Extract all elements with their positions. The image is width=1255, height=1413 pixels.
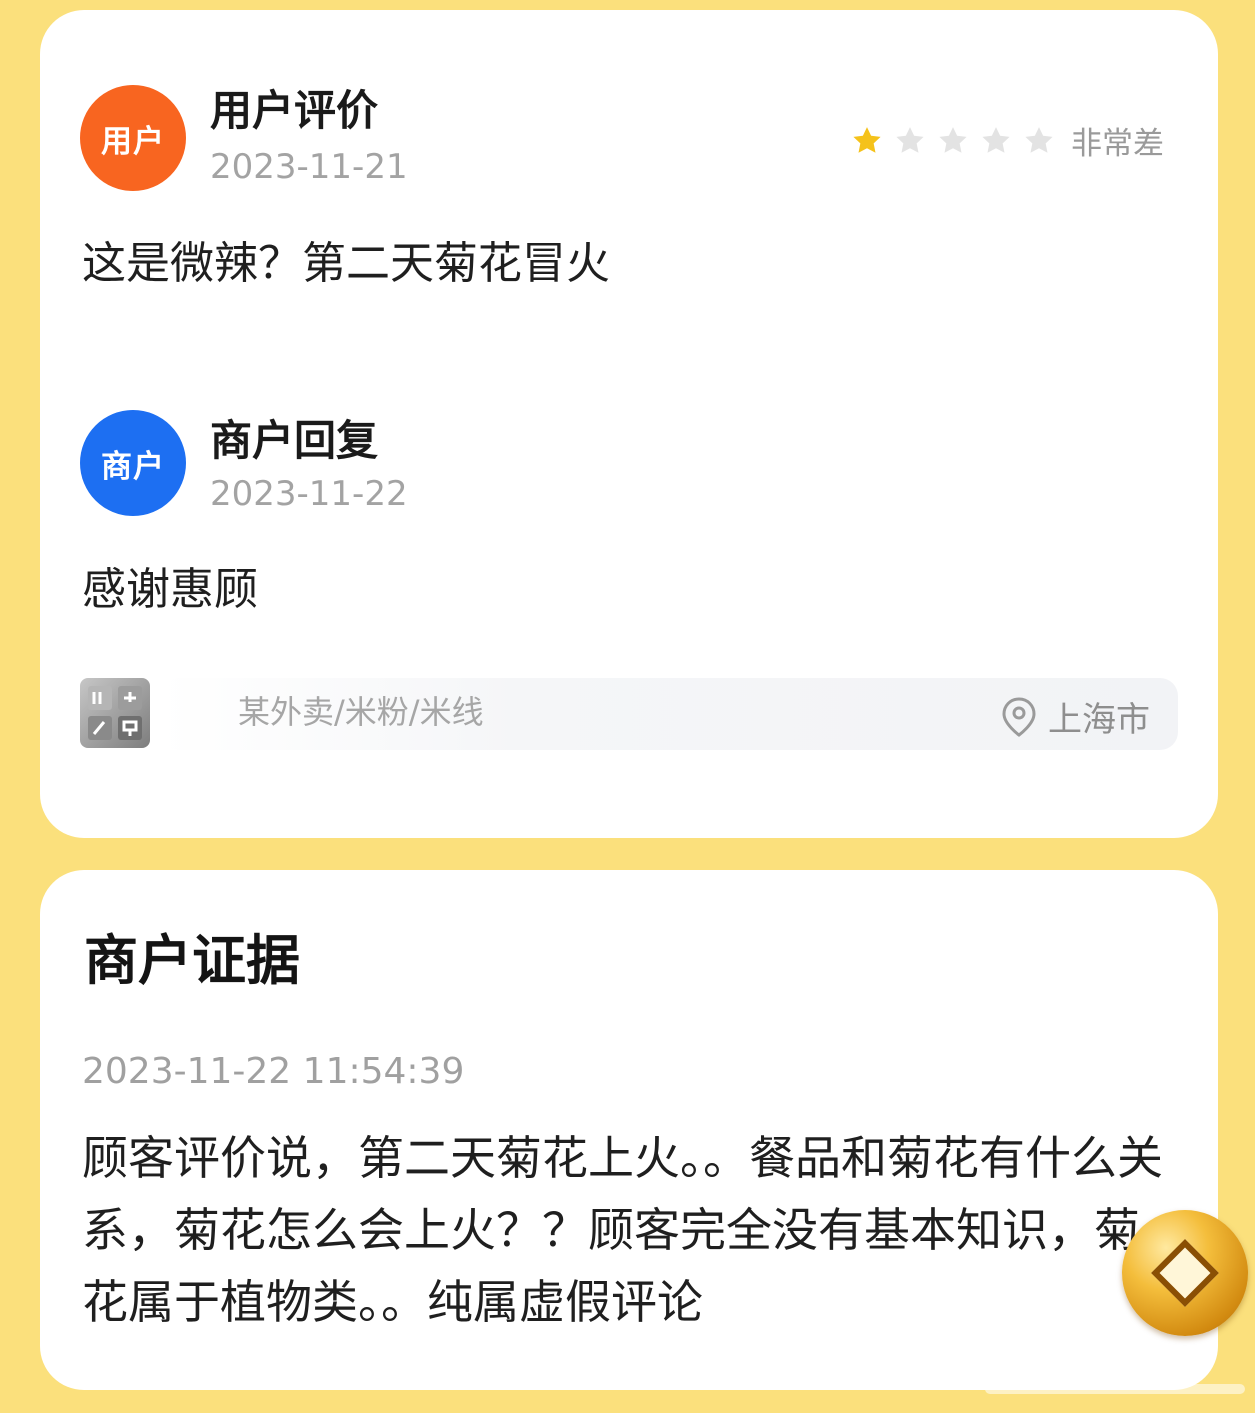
reply-title: 商户回复 [210,416,379,465]
reply-date: 2023-11-22 [210,474,408,514]
evidence-title: 商户证据 [84,929,300,992]
star-empty-icon [939,126,967,153]
location-pin-icon [1002,696,1036,737]
stars [850,124,1065,158]
store-category: 某外卖/米粉/米线 [238,693,484,731]
review-title: 用户评价 [210,86,379,135]
store-location: 上海市 [1002,692,1150,741]
star-empty-icon [896,126,924,153]
user-avatar: 用户 [80,85,186,191]
merchant-avatar-label: 商户 [101,448,165,485]
merchant-avatar: 商户 [80,410,186,516]
home-indicator [985,1384,1245,1394]
star-empty-icon [982,126,1010,153]
store-thumbnail-icon [80,678,150,748]
store-info-pill[interactable]: 某外卖/米粉/米线 上海市 [160,678,1178,750]
coin-hole [1151,1239,1219,1307]
reply-text: 感谢惠顾 [82,564,258,615]
star-empty-icon [1025,126,1053,153]
rating-label: 非常差 [1071,126,1164,162]
user-avatar-label: 用户 [101,123,165,160]
evidence-text: 顾客评价说，第二天菊花上火。。餐品和菊花有什么关系，菊花怎么会上火？？顾客完全没… [82,1131,1163,1329]
evidence-card: 商户证据 2023-11-22 11:54:39 顾客评价说，第二天菊花上火。。… [40,870,1218,1390]
star-rating: 非常差 [850,118,1164,163]
evidence-timestamp: 2023-11-22 11:54:39 [82,1051,465,1092]
review-card: 用户 用户评价 2023-11-21 非常差 这是微辣？第二天菊花冒火 商户 商… [40,10,1218,838]
coin-icon[interactable] [1122,1210,1248,1336]
store-location-label: 上海市 [1048,700,1150,740]
store-bar[interactable]: 某外卖/米粉/米线 上海市 [80,678,1178,752]
review-text: 这是微辣？第二天菊花冒火 [82,238,610,289]
review-date: 2023-11-21 [210,147,408,187]
star-filled-icon [853,126,881,153]
